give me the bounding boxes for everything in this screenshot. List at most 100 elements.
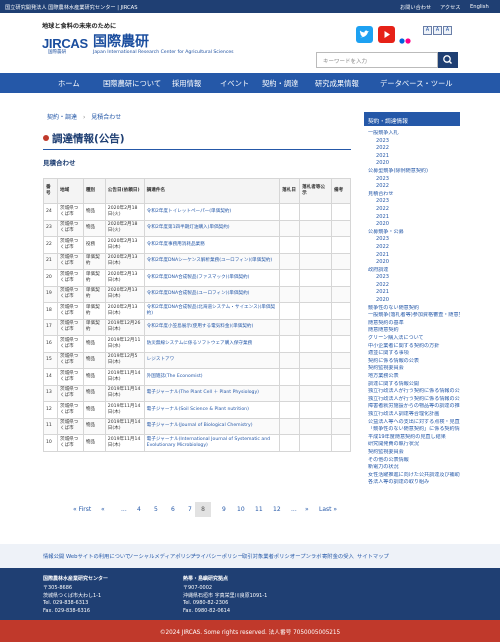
- pager-page[interactable]: 7: [188, 506, 192, 513]
- cell-subject[interactable]: 電子ジャーナル(International Journal of Systema…: [143, 434, 281, 452]
- cell-subject[interactable]: 令和2年度DNA合成製品(ファスマック)(単価契約): [143, 269, 281, 287]
- pager-page[interactable]: 5: [154, 506, 158, 513]
- pager-prev[interactable]: «: [101, 506, 105, 513]
- sidebar-item[interactable]: その他の公表情報: [364, 457, 460, 465]
- pager-last[interactable]: Last »: [319, 506, 337, 513]
- sidebar-item[interactable]: 競争性のない随意契約: [364, 305, 460, 313]
- sidebar-item[interactable]: 「競争性のない随意契約」に係る契約情報の公表: [364, 426, 460, 434]
- sidebar-item[interactable]: 公益法人等への支出に対する点検・見直し状況: [364, 419, 460, 427]
- breadcrumb-current[interactable]: 見積合わせ: [91, 114, 121, 121]
- access-link[interactable]: アクセス: [440, 4, 461, 11]
- pager-first[interactable]: « First: [73, 506, 91, 513]
- font-size-small-button[interactable]: A: [423, 26, 432, 35]
- cell-subject[interactable]: 令和2年度小笠島展示(使用する電気料金)(単価契約): [143, 318, 281, 336]
- sidebar-item[interactable]: 平成19年度随意契約の見直し結果: [364, 434, 460, 442]
- footer-link[interactable]: オープンラボ: [290, 552, 321, 560]
- nav-procurement[interactable]: 契約・調達: [262, 79, 298, 89]
- cell-subject[interactable]: レジストアワ: [143, 351, 281, 369]
- sidebar-item[interactable]: 2020: [364, 221, 460, 229]
- cell-subject[interactable]: 令和2年度DNA合成製品(ユーロフィン)(単価契約): [143, 285, 281, 303]
- sidebar-item[interactable]: 一般競争入札: [364, 130, 460, 138]
- sidebar-item[interactable]: 2023: [364, 274, 460, 282]
- sidebar-item[interactable]: 2021: [364, 214, 460, 222]
- sidebar-item[interactable]: 2022: [364, 244, 460, 252]
- breadcrumb-parent[interactable]: 契約・調達: [47, 114, 77, 121]
- sidebar-item[interactable]: 2023: [364, 198, 460, 206]
- cell-subject[interactable]: 令和2年度第1四半期灯油購入(単価契約): [143, 219, 281, 237]
- twitter-icon[interactable]: [356, 26, 373, 43]
- cell-subject[interactable]: 外国雑誌(The Economist): [143, 368, 281, 386]
- sidebar-item[interactable]: 研究開発費の執行状況: [364, 441, 460, 449]
- cell-subject[interactable]: 令和2年度トイレットペーパー(単価契約): [143, 203, 281, 221]
- cell-subject[interactable]: 電子ジャーナル(Journal of Biological Chemistry): [143, 417, 281, 435]
- sidebar-item[interactable]: 2021: [364, 153, 460, 161]
- sidebar-item[interactable]: 2022: [364, 282, 460, 290]
- sidebar-item[interactable]: 2022: [364, 206, 460, 214]
- flickr-icon[interactable]: [399, 30, 411, 44]
- cell-subject[interactable]: 令和2年度事務用消耗品業務: [143, 236, 281, 254]
- pager-next[interactable]: »: [305, 506, 309, 513]
- sidebar-item[interactable]: 公募競争・公募: [364, 229, 460, 237]
- sidebar-item[interactable]: グリーン購入法について: [364, 335, 460, 343]
- cell-subject[interactable]: 防災無線システムに係るソフトウェア購入保守業務: [143, 335, 281, 353]
- cell-subject[interactable]: 令和2年度DNAシーケンス解析業務(ユーロフィン)(単価契約): [143, 252, 281, 270]
- cell-subject[interactable]: 電子ジャーナル(The Plant Cell ＋ Plant Physiolog…: [143, 384, 281, 402]
- youtube-icon[interactable]: [378, 26, 395, 43]
- sidebar-item[interactable]: 公募型競争(除例随意契約): [364, 168, 460, 176]
- sidebar-item[interactable]: 一般競争(落札者等)参加資格審査・随意契約の見直し: [364, 312, 460, 320]
- nav-research-results[interactable]: 研究成果情報: [315, 79, 359, 89]
- footer-link[interactable]: 取引対象業者ポリシー: [242, 552, 295, 560]
- sidebar-item[interactable]: 契約に係る情報の公表: [364, 358, 460, 366]
- nav-home[interactable]: ホーム: [58, 79, 80, 89]
- sidebar-item[interactable]: 2022: [364, 145, 460, 153]
- sidebar-item[interactable]: 新電力の状況: [364, 464, 460, 472]
- sidebar-item[interactable]: 障害者就労施設からの物品等の調達の推進を図るための方針: [364, 403, 460, 411]
- sidebar-item[interactable]: 2023: [364, 236, 460, 244]
- sidebar-item[interactable]: 契約監視委員会: [364, 365, 460, 373]
- pager-page[interactable]: 10: [237, 506, 245, 513]
- sidebar-item[interactable]: 独立行政法人調達等合理化計画: [364, 411, 460, 419]
- sidebar-item[interactable]: 女性活躍推進に向けた公共調達及び補助金の活用に関する取組: [364, 472, 460, 480]
- sidebar-item[interactable]: 調達に関する情報公開: [364, 381, 460, 389]
- sidebar-item[interactable]: 随意随意契約: [364, 327, 460, 335]
- sidebar-item[interactable]: 中小企業者に関する契約の方針: [364, 343, 460, 351]
- sidebar-item[interactable]: 2021: [364, 252, 460, 260]
- sidebar-item[interactable]: 2020: [364, 160, 460, 168]
- sidebar-item[interactable]: 2023: [364, 138, 460, 146]
- footer-link[interactable]: 寄附金の受入: [322, 552, 354, 560]
- sidebar-item[interactable]: 2020: [364, 259, 460, 267]
- sidebar-item[interactable]: 2022: [364, 183, 460, 191]
- pager-page[interactable]: 6: [171, 506, 175, 513]
- pager-page[interactable]: 9: [222, 506, 226, 513]
- nav-database-tools[interactable]: データベース・ツール: [380, 79, 453, 89]
- sidebar-item[interactable]: 政府調達: [364, 267, 460, 275]
- sidebar-item[interactable]: 見積合わせ: [364, 191, 460, 199]
- nav-events[interactable]: イベント: [220, 79, 249, 89]
- cell-subject[interactable]: 令和2年度DNA合成製品(北海道システム・サイエンス)(単価契約): [143, 302, 281, 320]
- footer-link[interactable]: サイトマップ: [357, 552, 389, 560]
- sidebar-item[interactable]: 2023: [364, 176, 460, 184]
- sidebar-item[interactable]: 契約監視委員会: [364, 449, 460, 457]
- sidebar-item[interactable]: 随意契約の基準: [364, 320, 460, 328]
- footer-link[interactable]: プライバシーポリシー: [190, 552, 243, 560]
- pager-page[interactable]: 11: [255, 506, 263, 513]
- search-input[interactable]: キーワードを入力: [316, 52, 438, 68]
- font-size-medium-button[interactable]: A: [433, 26, 442, 35]
- pager-page[interactable]: 4: [137, 506, 141, 513]
- sidebar-item[interactable]: 2020: [364, 297, 460, 305]
- sidebar-item[interactable]: 適並に関する事項: [364, 350, 460, 358]
- cell-subject[interactable]: 電子ジャーナル(Soil Science & Plant nutrition): [143, 401, 281, 419]
- footer-link[interactable]: ソーシャルメディアポリシー: [128, 552, 196, 560]
- contact-link[interactable]: お問い合わせ: [400, 4, 431, 11]
- sidebar-item[interactable]: 各法人等の調達の取り組み: [364, 479, 460, 487]
- english-link[interactable]: English: [470, 4, 489, 10]
- footer-link[interactable]: 情報公開: [43, 552, 64, 560]
- sidebar-item[interactable]: 2021: [364, 289, 460, 297]
- footer-link[interactable]: Webサイトの利用について: [66, 552, 130, 560]
- pager-page[interactable]: 12: [273, 506, 281, 513]
- nav-about[interactable]: 国際農研について: [103, 79, 161, 89]
- sidebar-item[interactable]: 独立行政法人が行う契約に係る情報の公表: [364, 396, 460, 404]
- jircas-logo[interactable]: JIRCAS 国際農研: [42, 33, 88, 57]
- font-size-large-button[interactable]: A: [443, 26, 452, 35]
- search-button[interactable]: [438, 52, 458, 68]
